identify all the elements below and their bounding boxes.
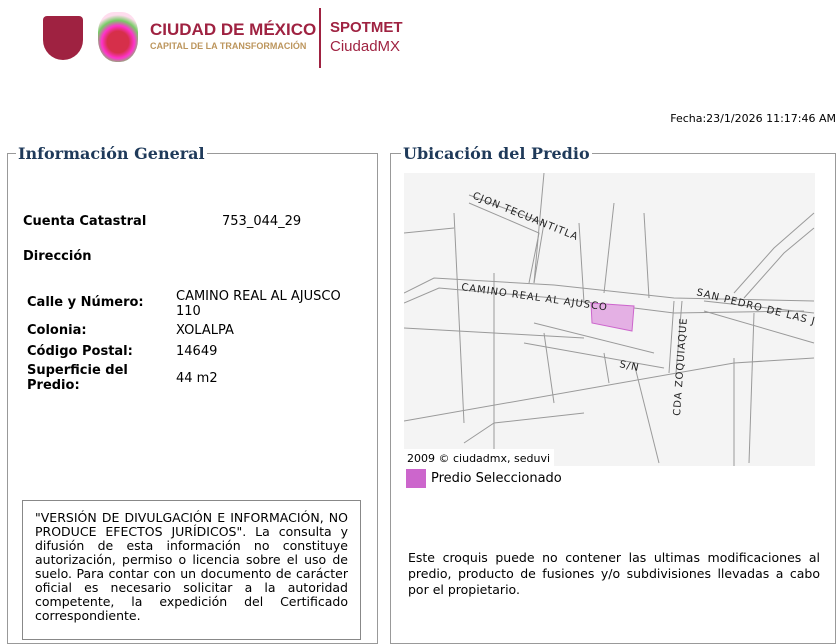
legend-label: Predio Seleccionado [431,471,562,486]
date-stamp: Fecha:23/1/2026 11:17:46 AM [670,112,836,125]
map-note: Este croquis puede no contener las ultim… [408,550,820,597]
field-label: Colonia: [27,323,87,338]
app-name: SPOTMET [330,19,403,36]
field-value: CAMINO REAL AL AJUSCO 110 [176,289,341,319]
cuenta-value: 753_044_29 [222,214,302,229]
location-map[interactable]: CJON TECUANTITLA CAMINO REAL AL AJUSCO S… [404,173,815,466]
location-title: Ubicación del Predio [403,144,590,163]
direccion-label: Dirección [23,249,92,264]
field-value: 44 m2 [176,371,218,386]
map-copyright: 2009 © ciudadmx, seduvi [407,452,550,465]
field-label: Superficie del Predio: [27,363,128,393]
field-value: XOLALPA [176,323,234,338]
app-subtitle: CiudadMX [330,38,401,55]
cuenta-label: Cuenta Catastral [23,214,147,229]
general-info-title: Información General [18,144,205,163]
divider [319,8,321,68]
field-label: Código Postal: [27,344,133,359]
brand-subtitle: CAPITAL DE LA TRANSFORMACIÓN [150,41,307,51]
legend-swatch [406,469,426,488]
field-value: 14649 [176,344,218,359]
cdmx-heart-logo [98,12,138,62]
brand-title: CIUDAD DE MÉXICO [150,20,317,39]
field-label: Calle y Número: [27,295,144,310]
cdmx-shield-logo [43,16,83,60]
disclaimer: "VERSIÓN DE DIVULGACIÓN E INFORMACIÓN, N… [22,500,361,640]
